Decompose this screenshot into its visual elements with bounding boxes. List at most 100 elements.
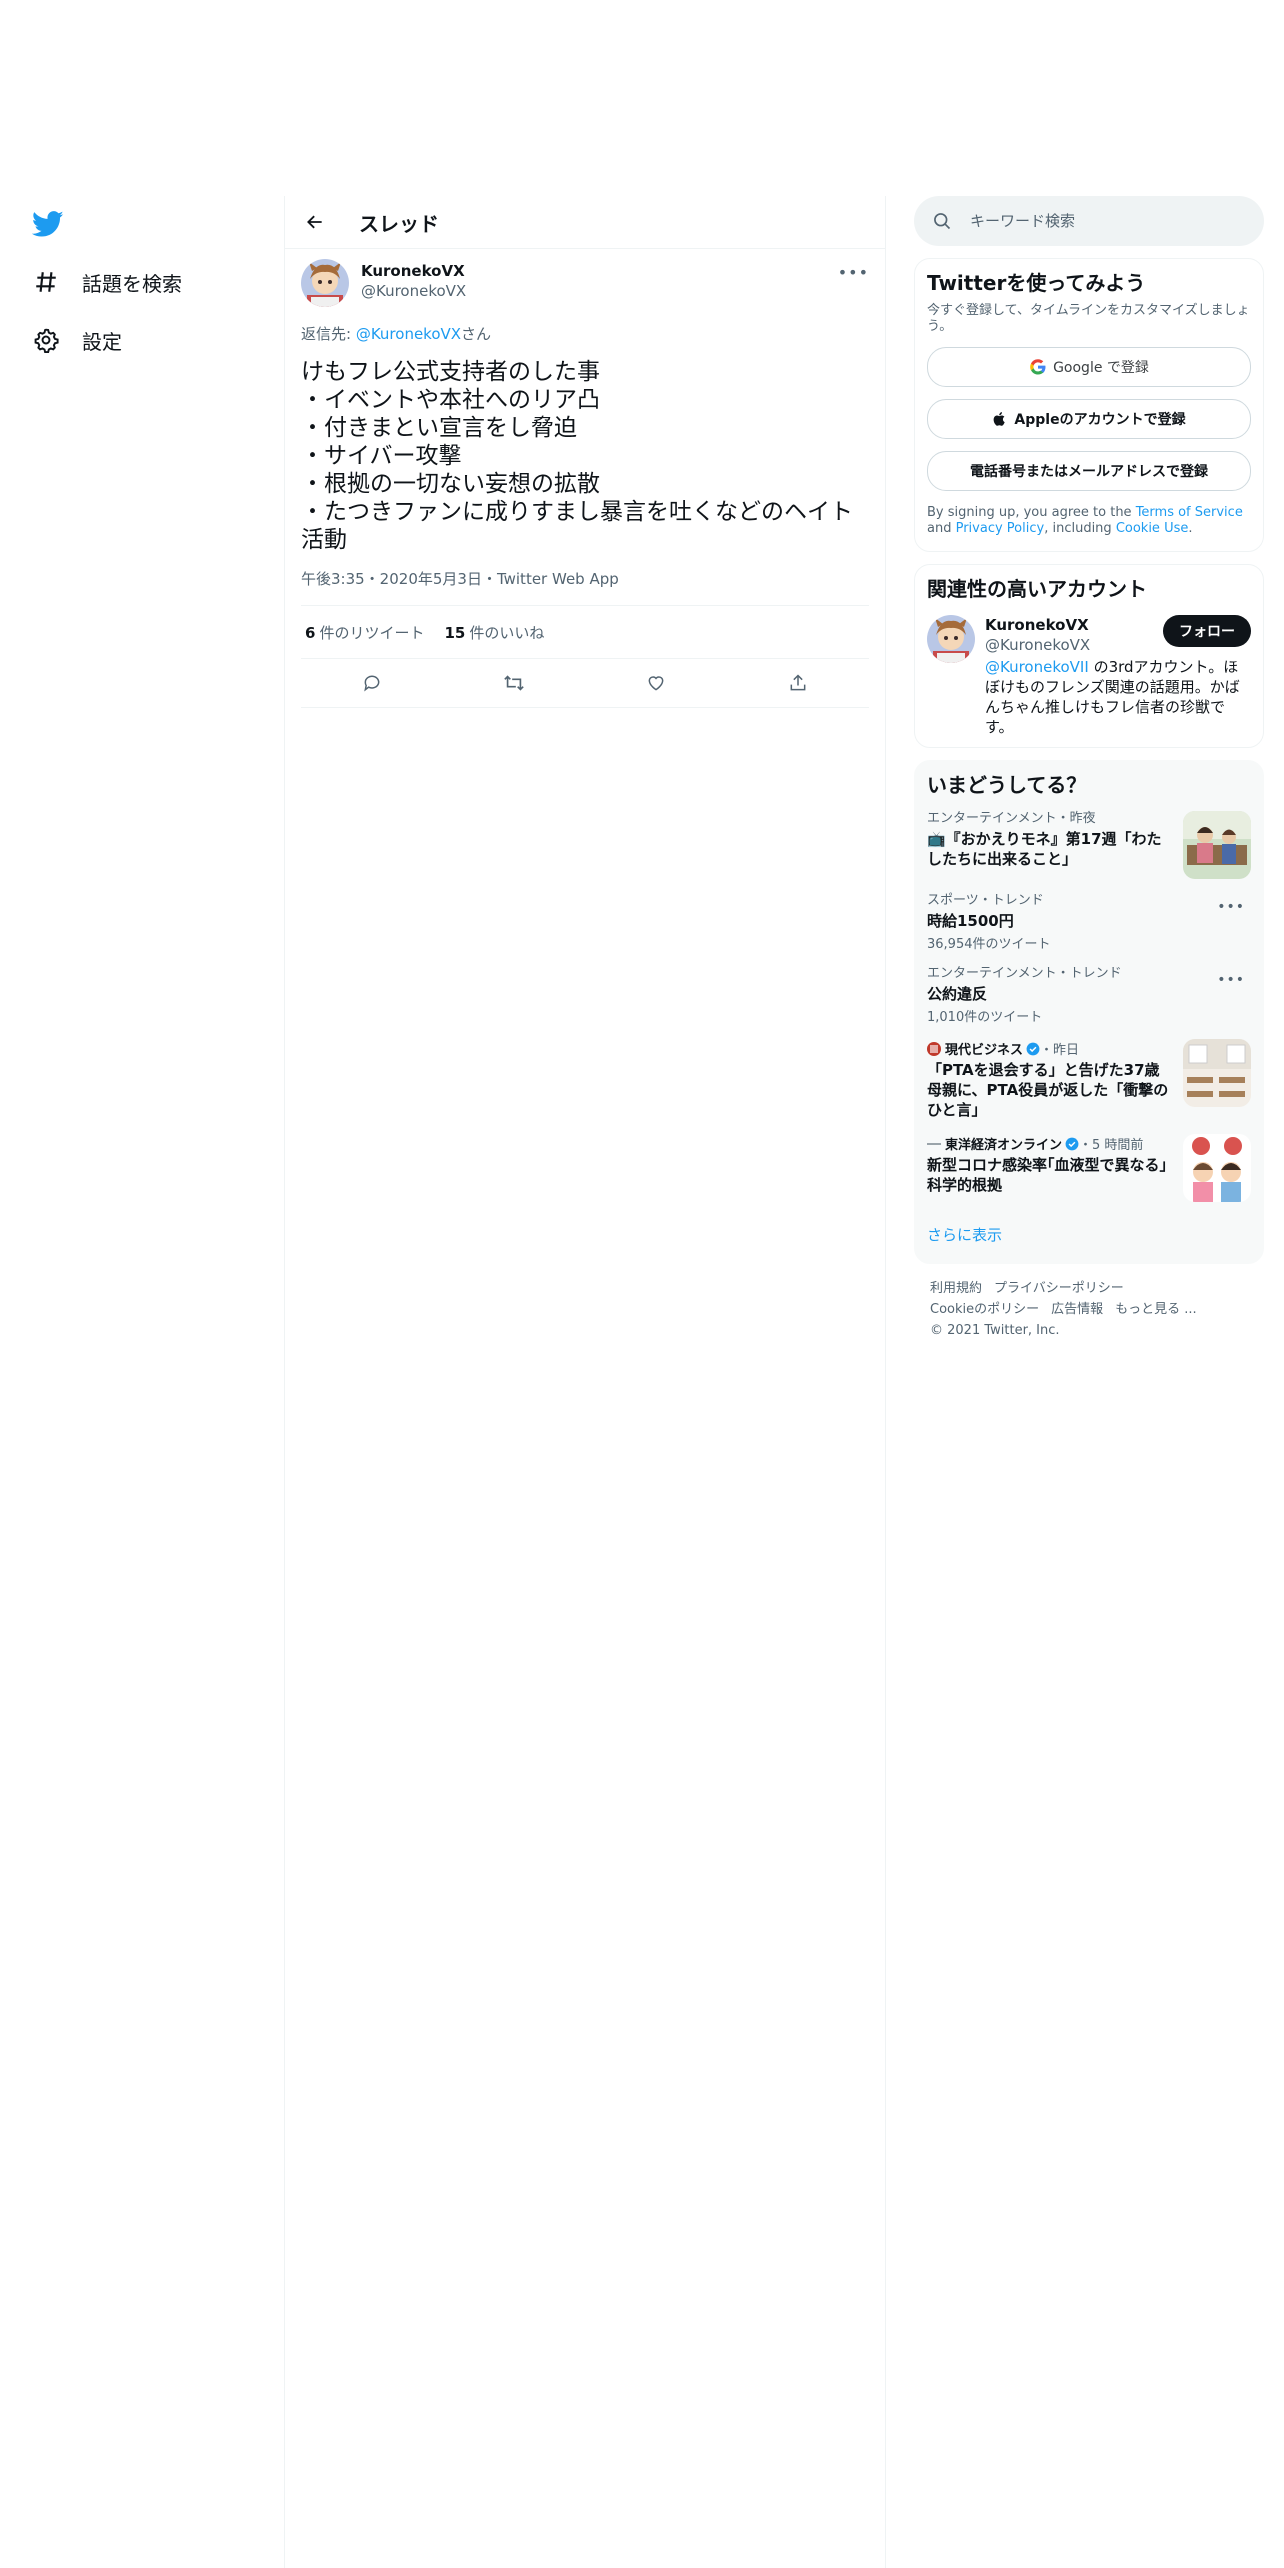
arrow-left-icon (307, 215, 322, 229)
retweet-count-number: 6 (305, 623, 316, 642)
source-logo-icon (927, 1142, 941, 1145)
gear-icon (32, 326, 60, 354)
legal-text-2: and (927, 521, 956, 536)
tweet-stats: 6 件のリツイート 15 件のいいね (301, 606, 869, 659)
avatar[interactable] (301, 259, 349, 307)
footer-link-privacy[interactable]: プライバシーポリシー (994, 1281, 1124, 1296)
news-source-name: 現代ビジネス (945, 1043, 1024, 1058)
retweet-count-label: 件のリツイート (319, 623, 425, 642)
trend-tweet-count: 1,010件のツイート (927, 1010, 1043, 1025)
footer-link-ads[interactable]: 広告情報 (1051, 1302, 1103, 1317)
back-button[interactable] (297, 204, 333, 240)
news-source-name: 東洋経済オンライン (945, 1138, 1063, 1153)
apple-signup-label: Appleのアカウントで登録 (1014, 412, 1186, 428)
phone-email-signup-button[interactable]: 電話番号またはメールアドレスで登録 (927, 451, 1251, 491)
news-source: 東洋経済オンライン ・5 時間前 (927, 1134, 1173, 1153)
privacy-link[interactable]: Privacy Policy (956, 521, 1045, 536)
news-source: 現代ビジネス ・昨日 (927, 1039, 1173, 1058)
news-title: 新型コロナ感染率｢血液型で異なる｣科学的根拠 (927, 1156, 1168, 1194)
related-title: 関連性の高いアカウント (927, 577, 1147, 601)
news-thumbnail (1183, 1039, 1251, 1107)
apple-signup-button[interactable]: Appleのアカウントで登録 (927, 399, 1251, 439)
tweet-text: けもフレ公式支持者のした事 ・イベントや本社へのリア凸 ・付きまとい宣言をし脅迫… (301, 359, 853, 553)
footer-link-terms[interactable]: 利用規約 (930, 1281, 982, 1296)
reply-to-line: 返信先: @KuronekoVXさん (301, 323, 869, 344)
related-display-name[interactable]: KuronekoVX (985, 615, 1090, 635)
hashtag-icon (32, 268, 60, 296)
copyright: © 2021 Twitter, Inc. (930, 1323, 1060, 1338)
trend-more-icon[interactable]: ••• (1217, 972, 1245, 988)
like-count-label: 件のいいね (469, 623, 545, 642)
search-input[interactable] (968, 211, 1232, 231)
bio-mention-link[interactable]: @KuronekoVII (985, 658, 1089, 676)
apple-icon (992, 410, 1008, 428)
show-more-link[interactable]: さらに表示 (927, 1202, 1251, 1263)
footer: 利用規約 プライバシーポリシー Cookieのポリシー 広告情報 もっと見る ... … (914, 1264, 1264, 1341)
trend-more-icon[interactable]: ••• (1217, 899, 1245, 915)
cookie-link[interactable]: Cookie Use (1116, 521, 1189, 536)
signup-title: Twitterを使ってみよう (927, 271, 1146, 295)
nav-explore[interactable]: 話題を検索 (32, 262, 182, 302)
retweet-count[interactable]: 6 件のリツイート (305, 622, 424, 643)
news-item[interactable]: 現代ビジネス ・昨日 「PTAを退会する」と告げた37歳母親に、PTA役員が返し… (927, 1025, 1251, 1120)
trend-title: 公約違反 (927, 985, 988, 1003)
google-signup-label: Google で登録 (1053, 360, 1149, 376)
reply-mention-link[interactable]: @KuronekoVX (356, 325, 461, 343)
share-icon[interactable] (780, 665, 816, 701)
trend-item[interactable]: エンターテインメント・昨夜 📺『おかえりモネ』第17週「わたしたちに出来ること」 (927, 797, 1251, 879)
related-bio: @KuronekoVII の3rdアカウント。ほぼけものフレンズ関連の話題用。か… (985, 657, 1251, 737)
user-handle[interactable]: @KuronekoVX (361, 281, 466, 301)
phone-email-signup-label: 電話番号またはメールアドレスで登録 (970, 464, 1208, 480)
related-account-row[interactable]: KuronekoVX @KuronekoVX フォロー @KuronekoVII… (927, 615, 1251, 737)
follow-button[interactable]: フォロー (1163, 615, 1251, 647)
trend-item[interactable]: スポーツ・トレンド 時給1500円 36,954件のツイート ••• (927, 879, 1251, 952)
search-box[interactable] (914, 196, 1264, 246)
trend-context: エンターテインメント・昨夜 (927, 811, 1096, 826)
signup-card: Twitterを使ってみよう 今すぐ登録して、タイムラインをカスタマイズしましょ… (914, 258, 1264, 552)
news-thumbnail (1183, 1134, 1251, 1202)
retweet-icon[interactable] (496, 665, 532, 701)
reply-icon[interactable] (354, 665, 390, 701)
avatar[interactable] (927, 615, 975, 663)
tweet-actions (301, 659, 869, 708)
trend-context: スポーツ・トレンド (927, 893, 1044, 908)
trends-card: いまどうしてる？ エンターテインメント・昨夜 📺『おかえりモネ』第17週「わたし… (914, 760, 1264, 1264)
terms-link[interactable]: Terms of Service (1136, 505, 1243, 520)
nav-settings-label: 設定 (82, 329, 122, 354)
reply-prefix: 返信先: (301, 325, 356, 343)
legal-text-1: By signing up, you agree to the (927, 505, 1136, 520)
news-item[interactable]: 東洋経済オンライン ・5 時間前 新型コロナ感染率｢血液型で異なる｣科学的根拠 (927, 1120, 1251, 1202)
display-name[interactable]: KuronekoVX (361, 261, 466, 281)
twitter-logo-icon[interactable] (31, 208, 64, 240)
like-icon[interactable] (638, 665, 674, 701)
verified-badge-icon (1026, 1042, 1040, 1056)
main-column: スレッド KuronekoVX @KuronekoVX ••• 返信先: @Ku… (284, 196, 886, 2568)
trend-context: エンターテインメント・トレンド (927, 966, 1122, 981)
verified-badge-icon (1065, 1137, 1079, 1151)
trend-title: 時給1500円 (927, 912, 1014, 930)
footer-row-1: 利用規約 プライバシーポリシー (930, 1278, 1248, 1299)
thread-header: スレッド (285, 196, 885, 249)
trend-title: 📺『おかえりモネ』第17週「わたしたちに出来ること」 (927, 830, 1162, 868)
reply-suffix: さん (461, 325, 492, 343)
signup-legal-text: By signing up, you agree to the Terms of… (927, 505, 1251, 537)
news-time: ・5 時間前 (1079, 1138, 1144, 1153)
tweet-timestamp[interactable]: 午後3:35・2020年5月3日・Twitter Web App (301, 568, 869, 606)
trend-item[interactable]: エンターテインメント・トレンド 公約違反 1,010件のツイート ••• (927, 952, 1251, 1025)
like-count[interactable]: 15 件のいいね (444, 622, 544, 643)
like-count-number: 15 (444, 623, 466, 642)
footer-link-cookie[interactable]: Cookieのポリシー (930, 1302, 1039, 1317)
related-handle[interactable]: @KuronekoVX (985, 635, 1090, 655)
search-icon (934, 213, 951, 230)
trends-title: いまどうしてる？ (927, 773, 1087, 797)
source-logo-icon (927, 1041, 941, 1056)
google-signup-button[interactable]: Google で登録 (927, 347, 1251, 387)
legal-text-3: , including (1044, 521, 1116, 536)
trend-thumbnail (1183, 811, 1251, 879)
footer-link-more[interactable]: もっと見る ... (1115, 1302, 1197, 1317)
news-title: 「PTAを退会する」と告げた37歳母親に、PTA役員が返した「衝撃のひと言」 (927, 1061, 1169, 1119)
trend-tweet-count: 36,954件のツイート (927, 937, 1051, 952)
page-title: スレッド (359, 211, 439, 236)
nav-settings[interactable]: 設定 (32, 320, 122, 360)
more-options-icon[interactable]: ••• (838, 263, 869, 282)
